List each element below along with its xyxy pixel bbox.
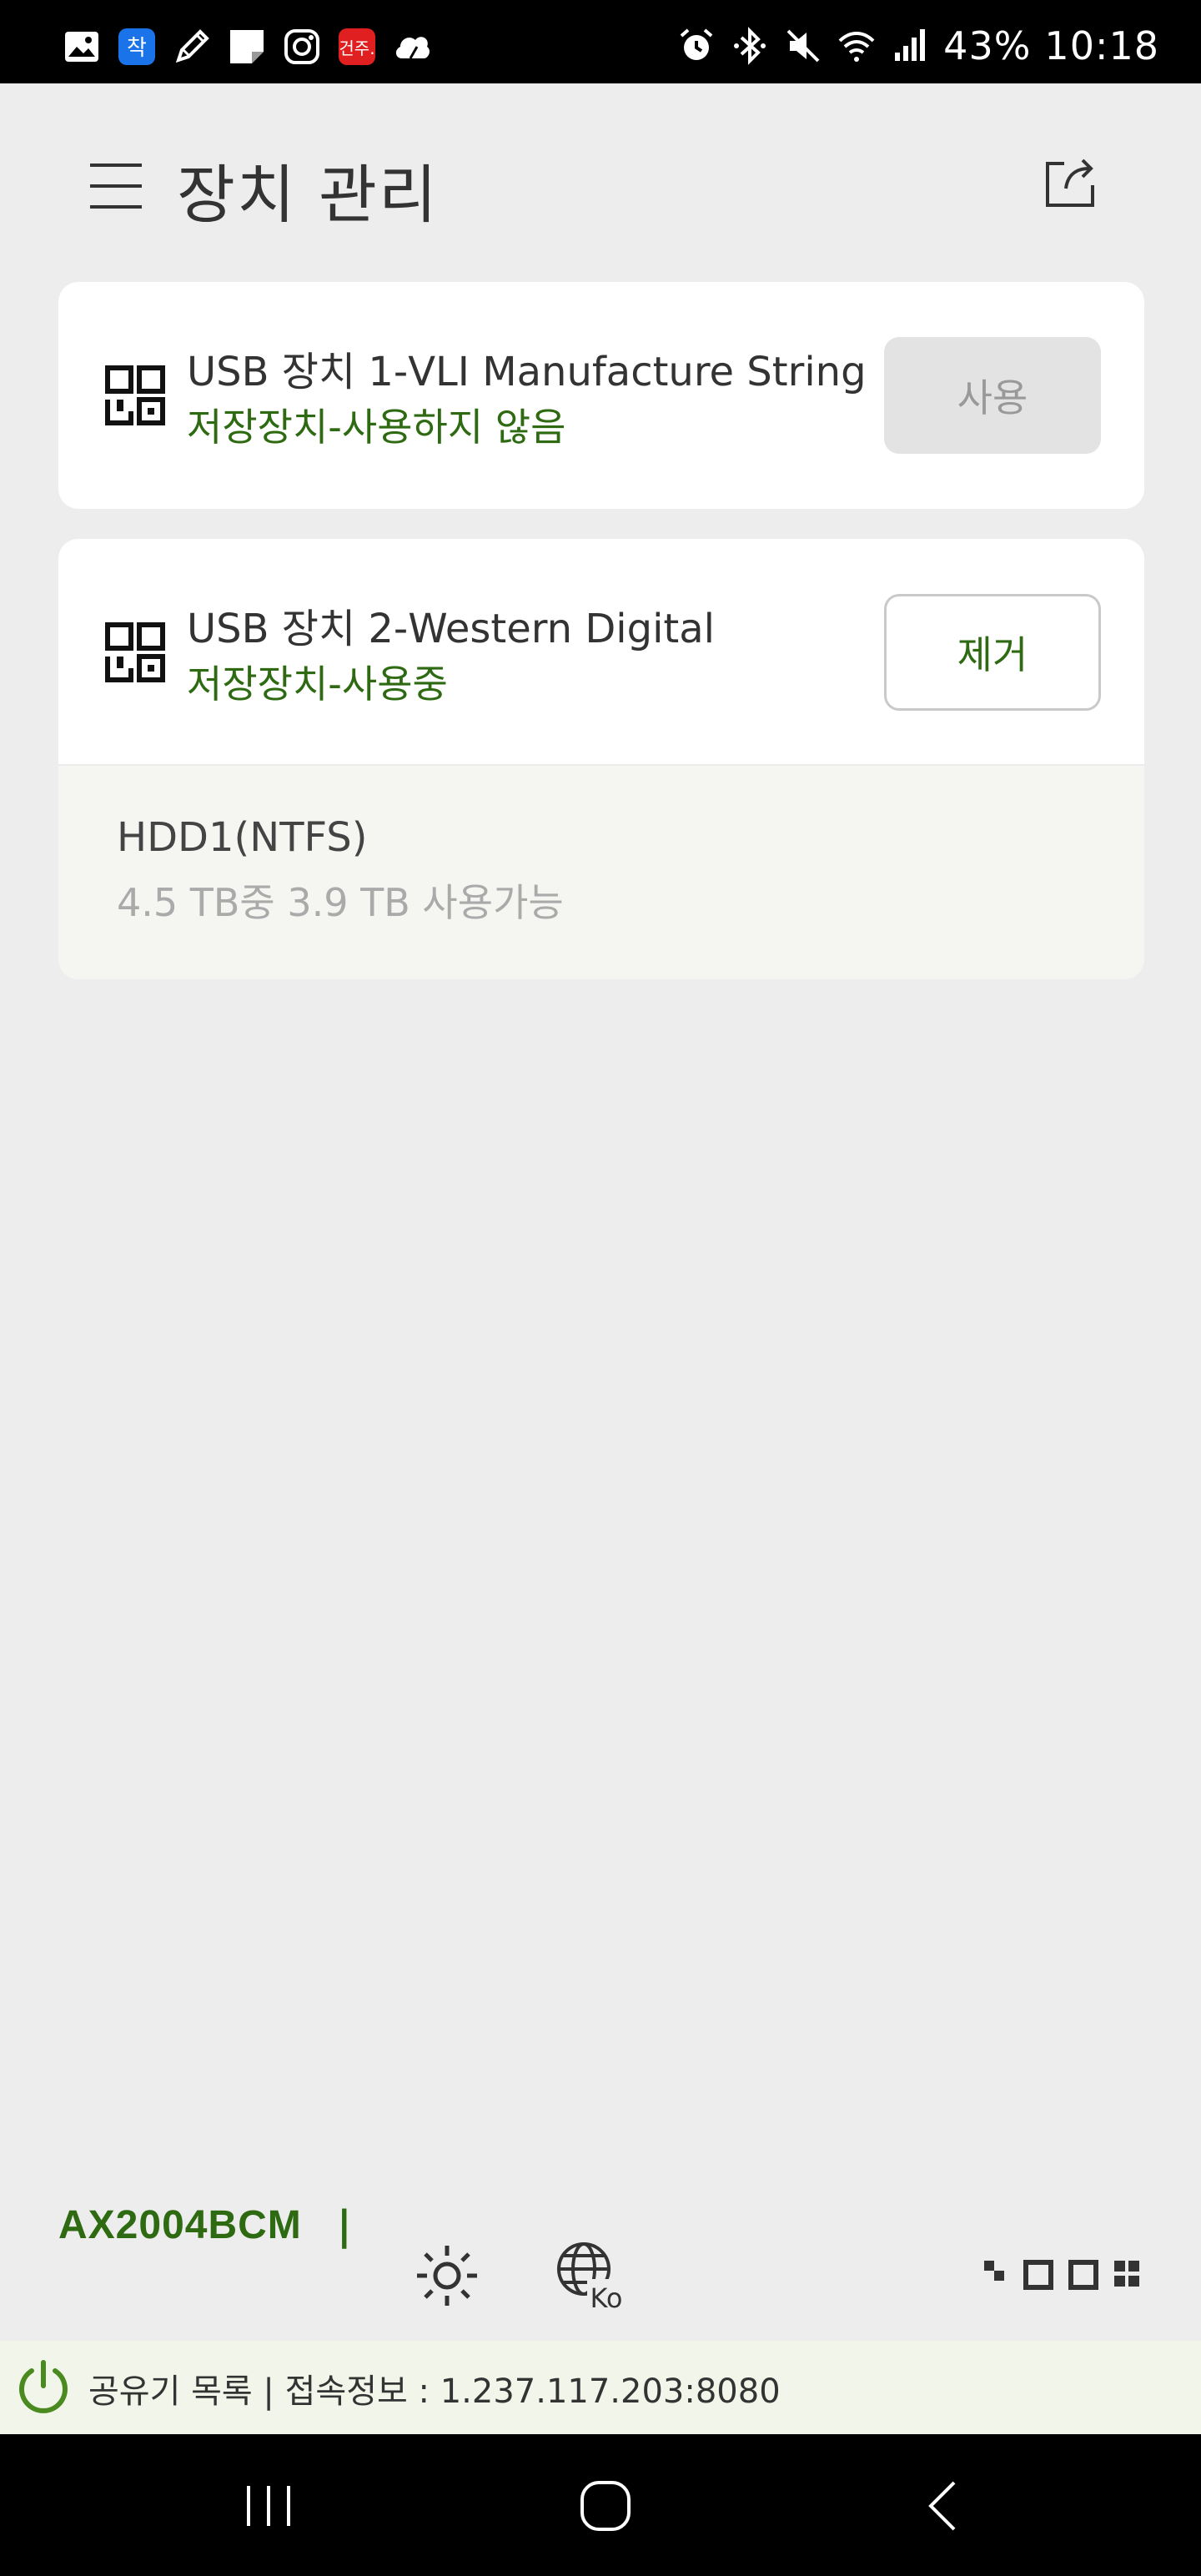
device-name: USB 장치 1-VLI Manufacture String (187, 349, 867, 395)
device-status: 저장장치-사용중 (187, 662, 448, 707)
svg-text:착: 착 (127, 36, 147, 61)
router-model: AX2004BCM (58, 2203, 302, 2247)
usb-device-icon (105, 365, 165, 425)
system-status: 43% 10:18 (676, 23, 1159, 68)
device-card: USB 장치 1-VLI Manufacture String 저장장치-사용하… (58, 282, 1144, 509)
signal-icon (895, 29, 926, 61)
app-header: 장치 관리 (0, 83, 1201, 284)
instagram-icon (284, 29, 319, 64)
cloud-icon (395, 37, 430, 59)
remove-button[interactable]: 제거 (884, 594, 1101, 711)
hamburger-icon[interactable] (87, 157, 145, 215)
power-icon[interactable] (15, 2359, 72, 2416)
alarm-icon (680, 28, 713, 60)
home-icon[interactable] (579, 2479, 632, 2533)
usb-device-icon (105, 622, 165, 682)
clock: 10:18 (1044, 23, 1159, 68)
notification-icons: 착 건주. (62, 27, 432, 67)
gallery-icon (65, 32, 98, 62)
partition-name: HDD1(NTFS) (117, 814, 368, 861)
layout-icon[interactable] (984, 2257, 1141, 2291)
language-icon[interactable]: Ko (554, 2239, 626, 2311)
news-app-icon: 건주. (339, 28, 375, 65)
app-icon: 착 (118, 28, 155, 65)
back-icon[interactable] (924, 2479, 961, 2533)
battery-percent: 43% (943, 23, 1032, 68)
export-icon[interactable] (1041, 152, 1101, 212)
svg-text:Ko: Ko (590, 2282, 623, 2311)
bluetooth-icon (734, 27, 766, 65)
device-name: USB 장치 2-Western Digital (187, 606, 716, 652)
toolbar-separator: | (337, 2202, 352, 2249)
page-title: 장치 관리 (177, 158, 439, 232)
mute-icon (786, 29, 820, 63)
pen-icon (175, 29, 209, 63)
note-icon (230, 30, 264, 63)
wifi-icon (838, 32, 875, 62)
use-button[interactable]: 사용 (884, 337, 1101, 454)
svg-text:건주.: 건주. (339, 38, 374, 58)
device-card-header: USB 장치 2-Western Digital 저장장치-사용중 제거 (58, 539, 1144, 766)
connection-info[interactable]: 공유기 목록 | 접속정보 : 1.237.117.203:8080 (88, 2364, 781, 2412)
status-bar: 착 건주. 43% 10:18 (0, 0, 1201, 83)
recent-apps-icon[interactable] (242, 2483, 295, 2529)
connection-info-bar: 공유기 목록 | 접속정보 : 1.237.117.203:8080 (0, 2341, 1201, 2434)
system-nav-bar (0, 2434, 1201, 2576)
brightness-icon[interactable] (414, 2242, 480, 2309)
partition-usage: 4.5 TB중 3.9 TB 사용가능 (117, 880, 564, 925)
device-status: 저장장치-사용하지 않음 (187, 405, 566, 450)
device-card: USB 장치 2-Western Digital 저장장치-사용중 제거 HDD… (58, 539, 1144, 979)
